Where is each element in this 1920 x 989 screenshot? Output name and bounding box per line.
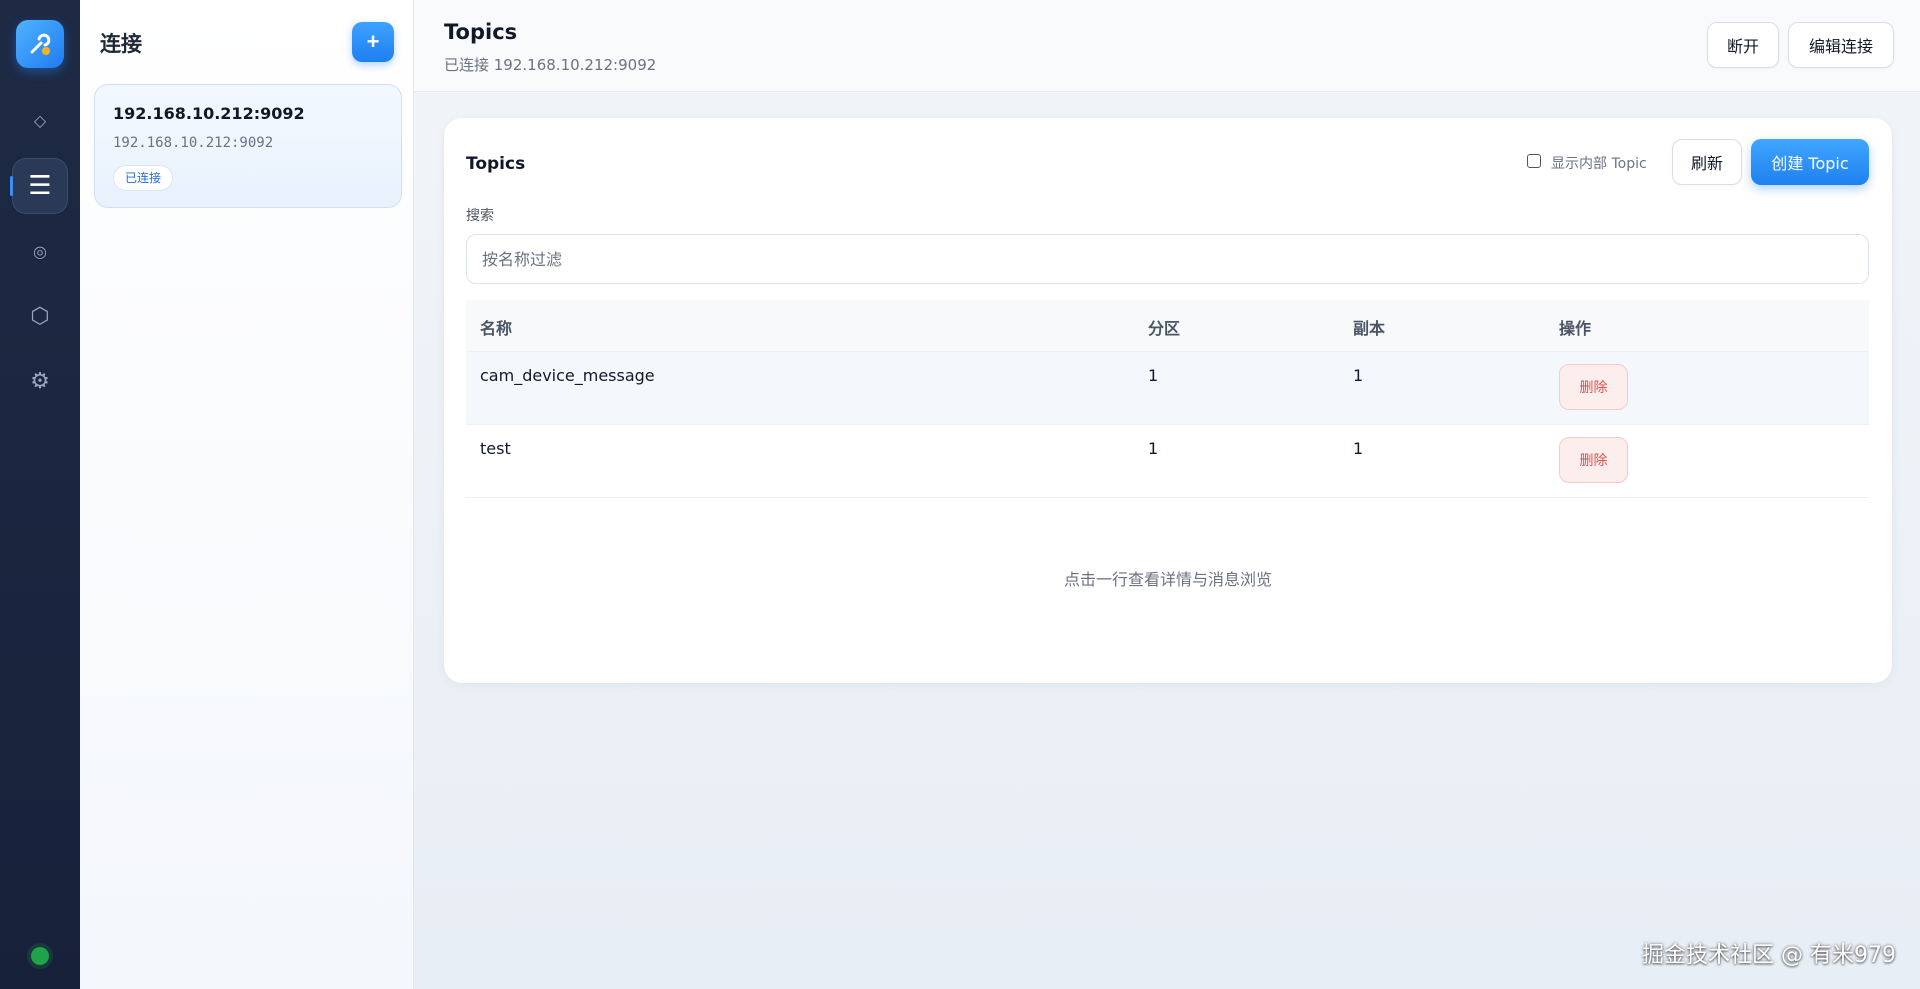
topic-partitions: 1	[1148, 439, 1159, 458]
app-logo-icon	[16, 20, 64, 68]
edit-connection-button[interactable]: 编辑连接	[1788, 22, 1894, 68]
column-header-actions: 操作	[1559, 319, 1592, 338]
topics-card: Topics 显示内部 Topic 刷新 创建 Topic 搜索 名称 分区 副…	[444, 118, 1892, 683]
page-subtitle: 已连接 192.168.10.212:9092	[444, 56, 657, 74]
connections-panel: 连接 + 192.168.10.212:9092 192.168.10.212:…	[80, 0, 414, 989]
rail-target-icon[interactable]: ◎	[12, 223, 68, 279]
topics-table: 名称 分区 副本 操作 cam_device_message 1 1 删除 te…	[466, 300, 1869, 498]
topic-partitions: 1	[1148, 366, 1159, 385]
show-internal-checkbox[interactable]	[1527, 154, 1541, 168]
detail-hint-text: 点击一行查看详情与消息浏览	[1063, 570, 1272, 589]
table-row[interactable]: test 1 1 删除	[466, 425, 1869, 498]
rail-gear-icon[interactable]: ⚙	[12, 353, 68, 409]
rail-hexagon-icon[interactable]: ⬡	[12, 288, 68, 344]
add-connection-button[interactable]: +	[352, 22, 394, 62]
topic-name: cam_device_message	[480, 366, 655, 385]
connections-title: 连接	[100, 32, 142, 56]
show-internal-label[interactable]: 显示内部 Topic	[1551, 153, 1647, 173]
rail-list-icon[interactable]: ☰	[10, 158, 68, 214]
page-title: Topics	[444, 20, 518, 44]
column-header-replicas: 副本	[1353, 319, 1386, 338]
disconnect-button[interactable]: 断开	[1707, 22, 1779, 68]
connection-card[interactable]: 192.168.10.212:9092 192.168.10.212:9092 …	[94, 84, 402, 208]
topic-replicas: 1	[1353, 366, 1364, 385]
search-label: 搜索	[466, 208, 494, 224]
topics-card-title: Topics	[466, 154, 526, 174]
top-bar: Topics 已连接 192.168.10.212:9092 断开 编辑连接	[414, 0, 1920, 92]
refresh-button[interactable]: 刷新	[1672, 139, 1742, 185]
connection-address: 192.168.10.212:9092	[113, 135, 274, 151]
delete-topic-button[interactable]: 删除	[1559, 437, 1628, 483]
main-area: Topics 已连接 192.168.10.212:9092 断开 编辑连接 T…	[414, 0, 1920, 989]
connection-status-dot	[31, 947, 49, 965]
table-row[interactable]: cam_device_message 1 1 删除	[466, 352, 1869, 425]
topic-replicas: 1	[1353, 439, 1364, 458]
connection-status-badge: 已连接	[113, 165, 174, 191]
column-header-name: 名称	[480, 319, 513, 338]
icon-rail: ◇ ☰ ◎ ⬡ ⚙	[0, 0, 80, 989]
create-topic-button[interactable]: 创建 Topic	[1751, 139, 1869, 185]
table-header: 名称 分区 副本 操作	[466, 300, 1869, 352]
delete-topic-button[interactable]: 删除	[1559, 364, 1628, 410]
topic-name: test	[480, 439, 511, 458]
search-input[interactable]	[466, 234, 1869, 284]
connection-name: 192.168.10.212:9092	[113, 104, 305, 123]
rail-diamond-icon[interactable]: ◇	[12, 92, 68, 148]
column-header-partitions: 分区	[1148, 319, 1181, 338]
watermark: 掘金技术社区 @ 有米979	[1642, 943, 1896, 968]
